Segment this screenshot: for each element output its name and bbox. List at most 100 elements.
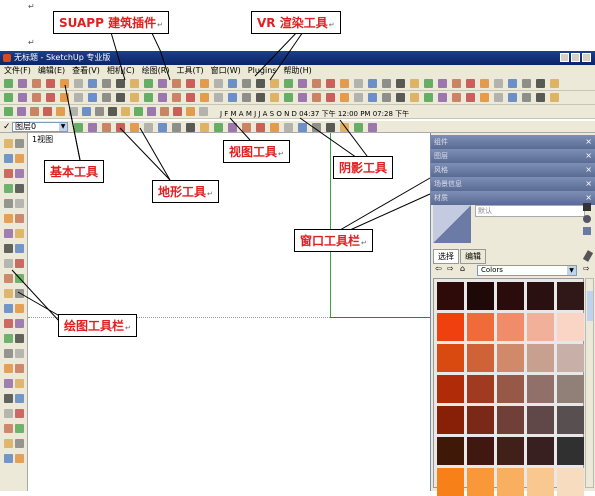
color-swatch[interactable] bbox=[437, 344, 464, 372]
toolbar-tool-icon[interactable] bbox=[284, 79, 293, 88]
material-name-field[interactable]: 默认 bbox=[475, 205, 585, 217]
toolbar-tool-icon[interactable] bbox=[74, 123, 83, 132]
tab-select[interactable]: 选择 bbox=[433, 249, 459, 264]
toolbar-tool-icon[interactable] bbox=[88, 79, 97, 88]
toolbar-tool-icon[interactable] bbox=[480, 79, 489, 88]
toolbar-tool-icon[interactable] bbox=[466, 93, 475, 102]
color-swatch[interactable] bbox=[467, 344, 494, 372]
drawing-tool-icon[interactable] bbox=[4, 139, 13, 148]
toolbar-tool-icon[interactable] bbox=[60, 93, 69, 102]
drawing-tool-icon[interactable] bbox=[4, 169, 13, 178]
toolbar-tool-icon[interactable] bbox=[18, 93, 27, 102]
close-icon[interactable]: × bbox=[585, 149, 592, 163]
drawing-tool-icon[interactable] bbox=[4, 289, 13, 298]
toolbar-tool-icon[interactable] bbox=[522, 93, 531, 102]
color-swatch[interactable] bbox=[557, 313, 584, 341]
toolbar-tool-icon[interactable] bbox=[144, 123, 153, 132]
drawing-tool-icon[interactable] bbox=[4, 439, 13, 448]
toolbar-tool-icon[interactable] bbox=[88, 123, 97, 132]
drawing-tool-icon[interactable] bbox=[15, 139, 24, 148]
toolbar-tool-icon[interactable] bbox=[410, 93, 419, 102]
toolbar-tool-icon[interactable] bbox=[102, 93, 111, 102]
toolbar-tool-icon[interactable] bbox=[46, 93, 55, 102]
color-swatch[interactable] bbox=[467, 282, 494, 310]
drawing-tool-icon[interactable] bbox=[15, 319, 24, 328]
drawing-tool-icon[interactable] bbox=[4, 364, 13, 373]
toolbar-tool-icon[interactable] bbox=[326, 123, 335, 132]
color-swatch[interactable] bbox=[497, 468, 524, 496]
close-button[interactable] bbox=[582, 53, 591, 62]
toolbar-tool-icon[interactable] bbox=[270, 123, 279, 132]
color-swatch[interactable] bbox=[437, 468, 464, 496]
drawing-tool-icon[interactable] bbox=[4, 424, 13, 433]
toolbar-tool-icon[interactable] bbox=[536, 93, 545, 102]
toolbar-tool-icon[interactable] bbox=[160, 107, 169, 116]
toolbar-tool-icon[interactable] bbox=[82, 107, 91, 116]
toolbar-tool-icon[interactable] bbox=[270, 79, 279, 88]
drawing-tool-icon[interactable] bbox=[15, 409, 24, 418]
toolbar-tool-icon[interactable] bbox=[256, 93, 265, 102]
toolbar-tool-icon[interactable] bbox=[186, 107, 195, 116]
menu-plugins[interactable]: Plugins bbox=[248, 65, 277, 77]
toolbar-tool-icon[interactable] bbox=[144, 79, 153, 88]
paint-icon[interactable] bbox=[583, 215, 591, 223]
swatch-scrollbar[interactable] bbox=[585, 278, 594, 488]
details-icon[interactable]: ⇨ bbox=[583, 264, 590, 273]
toolbar-tool-icon[interactable] bbox=[242, 79, 251, 88]
color-swatch[interactable] bbox=[497, 375, 524, 403]
toolbar-tool-icon[interactable] bbox=[452, 79, 461, 88]
model-viewport[interactable] bbox=[28, 133, 430, 491]
toolbar-tool-icon[interactable] bbox=[340, 123, 349, 132]
home-icon[interactable]: ⌂ bbox=[460, 264, 465, 273]
color-swatch[interactable] bbox=[527, 344, 554, 372]
toolbar-tool-icon[interactable] bbox=[4, 79, 13, 88]
color-swatch[interactable] bbox=[497, 313, 524, 341]
tab-edit[interactable]: 编辑 bbox=[460, 249, 486, 264]
forward-icon[interactable]: ⇨ bbox=[447, 264, 454, 273]
toolbar-tool-icon[interactable] bbox=[410, 79, 419, 88]
toolbar-tool-icon[interactable] bbox=[158, 79, 167, 88]
drawing-tool-icon[interactable] bbox=[15, 364, 24, 373]
drawing-tool-icon[interactable] bbox=[15, 184, 24, 193]
menu-draw[interactable]: 绘图(R) bbox=[142, 65, 170, 77]
toolbar-tool-icon[interactable] bbox=[508, 93, 517, 102]
toolbar-tool-icon[interactable] bbox=[242, 123, 251, 132]
drawing-tool-icon[interactable] bbox=[15, 334, 24, 343]
close-icon[interactable]: × bbox=[585, 177, 592, 191]
toolbar-tool-icon[interactable] bbox=[43, 107, 52, 116]
drawing-tool-icon[interactable] bbox=[15, 349, 24, 358]
color-swatch[interactable] bbox=[467, 375, 494, 403]
toolbar-tool-icon[interactable] bbox=[354, 79, 363, 88]
toolbar-tool-icon[interactable] bbox=[382, 93, 391, 102]
toolbar-tool-icon[interactable] bbox=[130, 123, 139, 132]
toolbar-tool-icon[interactable] bbox=[270, 93, 279, 102]
toolbar-tool-icon[interactable] bbox=[242, 93, 251, 102]
tray-header-layers[interactable]: 图层 × bbox=[431, 149, 595, 163]
toolbar-tool-icon[interactable] bbox=[382, 79, 391, 88]
toolbar-tool-icon[interactable] bbox=[522, 79, 531, 88]
toolbar-tool-icon[interactable] bbox=[466, 79, 475, 88]
layer-select[interactable]: 图层0 ▼ bbox=[12, 122, 68, 132]
tray-header-scene-info[interactable]: 场景信息 × bbox=[431, 177, 595, 191]
toolbar-tool-icon[interactable] bbox=[108, 107, 117, 116]
toolbar-tool-icon[interactable] bbox=[158, 123, 167, 132]
drawing-tool-icon[interactable] bbox=[4, 229, 13, 238]
maximize-button[interactable] bbox=[571, 53, 580, 62]
drawing-tool-icon[interactable] bbox=[4, 334, 13, 343]
toolbar-tool-icon[interactable] bbox=[74, 93, 83, 102]
toolbar-tool-icon[interactable] bbox=[32, 79, 41, 88]
scrollbar-thumb[interactable] bbox=[587, 291, 593, 321]
color-swatch[interactable] bbox=[557, 375, 584, 403]
color-swatch[interactable] bbox=[467, 313, 494, 341]
toolbar-tool-icon[interactable] bbox=[130, 93, 139, 102]
color-swatch[interactable] bbox=[467, 468, 494, 496]
toolbar-tool-icon[interactable] bbox=[130, 79, 139, 88]
toolbar-tool-icon[interactable] bbox=[326, 79, 335, 88]
drawing-tool-icon[interactable] bbox=[4, 349, 13, 358]
toolbar-tool-icon[interactable] bbox=[480, 93, 489, 102]
toolbar-tool-icon[interactable] bbox=[424, 93, 433, 102]
toolbar-tool-icon[interactable] bbox=[494, 79, 503, 88]
toolbar-tool-icon[interactable] bbox=[60, 79, 69, 88]
color-swatch[interactable] bbox=[437, 313, 464, 341]
toolbar-tool-icon[interactable] bbox=[102, 79, 111, 88]
